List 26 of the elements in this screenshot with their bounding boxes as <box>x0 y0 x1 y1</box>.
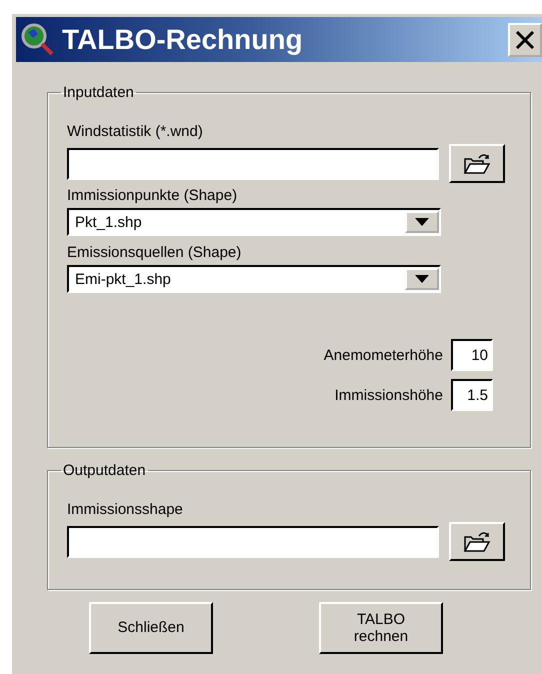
close-button[interactable] <box>508 22 542 56</box>
field-label: Anemometerhöhe <box>324 346 443 364</box>
dropdown-arrow-icon <box>415 218 429 226</box>
field-label: Immissionsshape <box>67 501 184 518</box>
browse-button[interactable] <box>449 144 505 183</box>
group-title: Inputdaten <box>62 84 135 101</box>
dropdown[interactable]: Emi-pkt_1.shp <box>67 265 441 293</box>
dialog-button[interactable]: TALBO rechnen <box>319 602 443 654</box>
number-field[interactable]: 10 <box>451 339 493 371</box>
close-icon <box>515 30 535 48</box>
input-field[interactable] <box>67 526 439 558</box>
field-label: Immissionpunkte (Shape) <box>67 187 238 204</box>
dialog-button[interactable]: Schließen <box>89 602 213 654</box>
group-title: Outputdaten <box>62 462 147 479</box>
input-field[interactable] <box>67 148 439 180</box>
open-folder-icon <box>463 152 491 174</box>
number-field[interactable]: 1.5 <box>451 379 493 411</box>
field-label: Windstatistik (*.wnd) <box>67 123 204 140</box>
open-folder-icon <box>463 530 491 552</box>
globe-magnifier-icon <box>20 22 56 58</box>
dropdown-arrow-icon <box>415 275 429 283</box>
dropdown[interactable]: Pkt_1.shp <box>67 208 441 236</box>
window-title: TALBO-Rechnung <box>62 24 304 56</box>
field-label: Immissionshöhe <box>334 386 443 404</box>
browse-button[interactable] <box>449 522 505 561</box>
field-label: Emissionsquellen (Shape) <box>67 244 242 261</box>
